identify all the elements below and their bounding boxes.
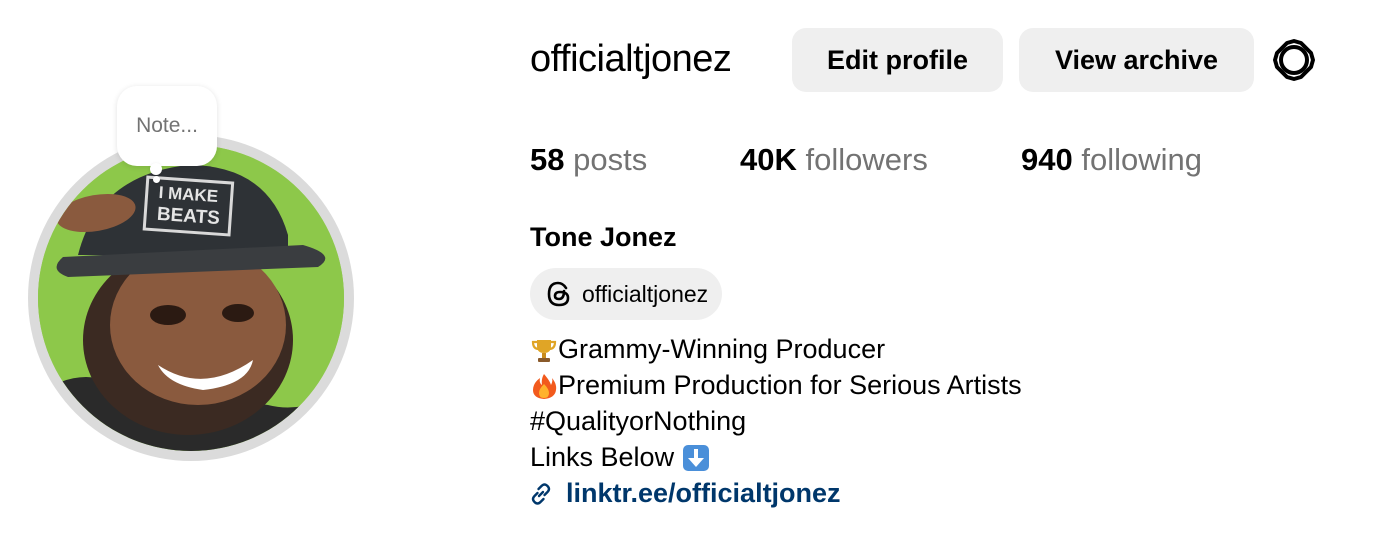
svg-text:BEATS: BEATS	[156, 204, 220, 229]
following-link[interactable]: 940 following	[1021, 142, 1202, 178]
link-icon	[531, 482, 551, 505]
trophy-icon	[530, 336, 558, 364]
full-name: Tone Jonez	[530, 222, 677, 252]
threads-badge[interactable]: officialtjonez	[530, 268, 723, 320]
down-arrow-icon	[682, 444, 710, 472]
gear-icon[interactable]	[1270, 36, 1318, 84]
link-url[interactable]: linktr.ee/officialtjonez	[566, 478, 841, 509]
note-bubble[interactable]: Note...	[117, 86, 217, 166]
posts-label: posts	[573, 142, 648, 177]
bio-line-1: Grammy-Winning Producer	[558, 334, 886, 364]
note-placeholder: Note...	[136, 114, 198, 137]
posts-number: 58	[530, 142, 565, 177]
bio-line: #QualityorNothing	[530, 406, 746, 437]
avatar-image: I MAKE BEATS	[38, 145, 344, 451]
bio-line-4: Links Below	[530, 442, 675, 472]
bio-line-3[interactable]: #QualityorNothing	[530, 406, 746, 437]
bio-line: Links Below	[530, 442, 710, 473]
bio-line: Premium Production for Serious Artists	[530, 370, 1022, 401]
threads-handle: officialtjonez	[582, 280, 709, 307]
note-bubble-tail-large	[150, 163, 162, 175]
edit-profile-button[interactable]: Edit profile	[792, 28, 1003, 92]
avatar[interactable]: I MAKE BEATS	[38, 145, 344, 451]
followers-number: 40K	[740, 142, 797, 177]
note-bubble-tail-small	[153, 176, 160, 183]
view-archive-button[interactable]: View archive	[1019, 28, 1254, 92]
following-label: following	[1081, 142, 1202, 177]
threads-icon	[547, 281, 570, 307]
followers-link[interactable]: 40K followers	[740, 142, 928, 178]
fire-icon	[530, 372, 558, 400]
posts-count: 58 posts	[530, 142, 647, 178]
followers-label: followers	[805, 142, 928, 177]
external-link[interactable]: linktr.ee/officialtjonez	[528, 478, 841, 509]
bio-line-2: Premium Production for Serious Artists	[558, 370, 1022, 400]
profile-header: I MAKE BEATS Note... officialtjonez Edit…	[0, 0, 1392, 556]
bio-line: Grammy-Winning Producer	[530, 334, 885, 365]
username: officialtjonez	[530, 38, 732, 80]
following-number: 940	[1021, 142, 1073, 177]
